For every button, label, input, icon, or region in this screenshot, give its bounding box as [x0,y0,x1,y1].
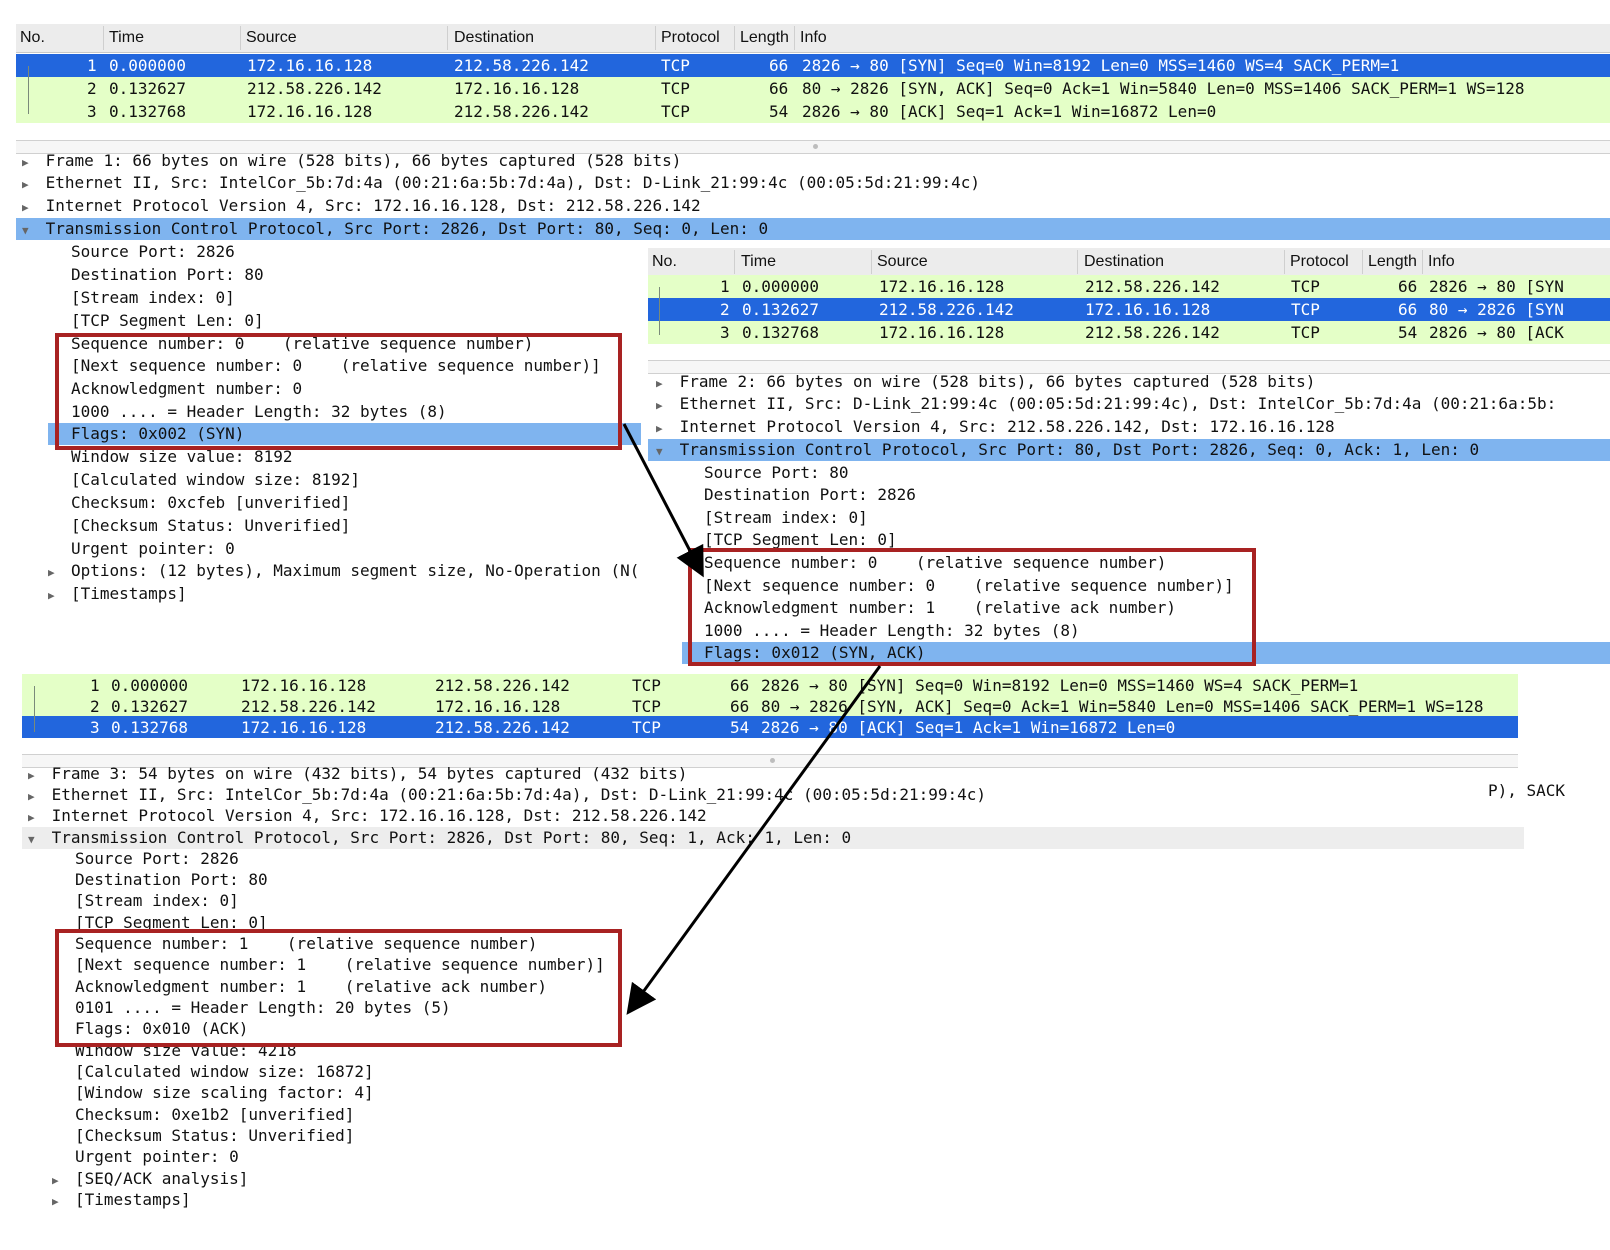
field-source-port[interactable]: Source Port: 2826 [71,241,235,263]
tree-frame[interactable]: ▶ Frame 1: 66 bytes on wire (528 bits), … [22,150,681,172]
conversation-bracket [34,686,35,732]
col-time[interactable]: Time [741,253,776,271]
col-length[interactable]: Length [740,29,792,47]
col-info[interactable]: Info [800,29,827,47]
table-row[interactable]: 1 0.000000 172.16.16.128 212.58.226.142 … [22,674,1518,695]
table-row[interactable]: 3 0.132768 172.16.16.128 212.58.226.142 … [16,100,1610,123]
field-seq-ack-analysis[interactable]: ▶ [SEQ/ACK analysis] [52,1168,248,1190]
field-checksum-status[interactable]: [Checksum Status: Unverified] [75,1125,354,1147]
col-source[interactable]: Source [246,29,297,47]
triangle-right-icon[interactable]: ▶ [656,418,670,440]
triangle-right-icon[interactable]: ▶ [48,585,62,607]
table-row[interactable]: 3 0.132768 172.16.16.128 212.58.226.142 … [22,716,1518,738]
tree-tcp[interactable]: ▼ Transmission Control Protocol, Src Por… [16,218,1610,240]
col-info[interactable]: Info [1428,253,1455,271]
triangle-down-icon[interactable]: ▼ [656,441,670,463]
packet-pane-2: No. Time Source Destination Protocol Len… [648,246,1610,670]
tree-tcp[interactable]: ▼ Transmission Control Protocol, Src Por… [648,439,1610,461]
tree-ethernet[interactable]: ▶ Ethernet II, Src: IntelCor_5b:7d:4a (0… [22,172,980,194]
triangle-right-icon[interactable]: ▶ [22,152,36,174]
field-source-port[interactable]: Source Port: 2826 [75,848,239,870]
field-checksum[interactable]: Checksum: 0xcfeb [unverified] [71,492,350,514]
annotation-box-frame2 [688,548,1256,666]
field-timestamps[interactable]: ▶ [Timestamps] [48,583,187,605]
col-protocol[interactable]: Protocol [1290,253,1349,271]
field-checksum-status[interactable]: [Checksum Status: Unverified] [71,515,350,537]
tree-ip[interactable]: ▶ Internet Protocol Version 4, Src: 172.… [28,805,707,827]
col-length[interactable]: Length [1368,253,1420,271]
triangle-right-icon[interactable]: ▶ [656,395,670,417]
field-stream-index[interactable]: [Stream index: 0] [704,507,868,529]
field-urgent[interactable]: Urgent pointer: 0 [75,1146,239,1168]
annotation-box-frame1 [55,333,622,450]
triangle-right-icon[interactable]: ▶ [48,562,62,582]
field-window-scaling[interactable]: [Window size scaling factor: 4] [75,1082,374,1104]
field-options[interactable]: ▶ Options: (12 bytes), Maximum segment si… [48,560,648,582]
table-row[interactable]: 2 0.132627 212.58.226.142 172.16.16.128 … [22,695,1518,716]
conversation-bracket [659,287,660,335]
packet-list-header: No. Time Source Destination Protocol Len… [648,248,1610,277]
tree-ip[interactable]: ▶ Internet Protocol Version 4, Src: 172.… [22,195,701,217]
col-destination[interactable]: Destination [454,29,534,47]
triangle-down-icon[interactable]: ▼ [22,220,36,242]
field-stream-index[interactable]: [Stream index: 0] [75,890,239,912]
tree-frame[interactable]: ▶ Frame 2: 66 bytes on wire (528 bits), … [656,371,1315,393]
col-protocol[interactable]: Protocol [661,29,720,47]
field-timestamps[interactable]: ▶ [Timestamps] [52,1189,191,1211]
table-row[interactable]: 1 0.000000 172.16.16.128 212.58.226.142 … [648,275,1610,298]
field-destination-port[interactable]: Destination Port: 80 [71,264,264,286]
table-row[interactable]: 2 0.132627 212.58.226.142 172.16.16.128 … [648,298,1610,321]
field-urgent[interactable]: Urgent pointer: 0 [71,538,235,560]
triangle-right-icon[interactable]: ▶ [22,174,36,196]
triangle-right-icon[interactable]: ▶ [52,1191,66,1213]
col-time[interactable]: Time [109,29,144,47]
field-destination-port[interactable]: Destination Port: 80 [75,869,268,891]
field-stream-index[interactable]: [Stream index: 0] [71,287,235,309]
tree-ethernet[interactable]: ▶ Ethernet II, Src: D-Link_21:99:4c (00:… [656,393,1556,415]
table-row[interactable]: 3 0.132768 172.16.16.128 212.58.226.142 … [648,321,1610,344]
col-destination[interactable]: Destination [1084,253,1164,271]
triangle-right-icon[interactable]: ▶ [656,373,670,395]
col-no[interactable]: No. [652,253,677,271]
triangle-right-icon[interactable]: ▶ [28,807,42,829]
triangle-down-icon[interactable]: ▼ [28,829,42,851]
tree-frame[interactable]: ▶ Frame 3: 54 bytes on wire (432 bits), … [28,763,687,785]
tree-tcp[interactable]: ▼ Transmission Control Protocol, Src Por… [22,827,1524,849]
packet-list-header: No. Time Source Destination Protocol Len… [16,24,1610,53]
tree-ip[interactable]: ▶ Internet Protocol Version 4, Src: 212.… [656,416,1335,438]
table-row[interactable]: 2 0.132627 212.58.226.142 172.16.16.128 … [16,77,1610,100]
conversation-bracket [28,66,29,114]
table-row[interactable]: 1 0.000000 172.16.16.128 212.58.226.142 … [16,54,1610,77]
packet-pane-3: 1 0.000000 172.16.16.128 212.58.226.142 … [0,672,1524,1250]
col-no[interactable]: No. [20,29,45,47]
field-source-port[interactable]: Source Port: 80 [704,462,849,484]
field-checksum[interactable]: Checksum: 0xe1b2 [unverified] [75,1104,354,1126]
annotation-box-frame3 [55,929,622,1047]
col-source[interactable]: Source [877,253,928,271]
tree-ethernet[interactable]: ▶ Ethernet II, Src: IntelCor_5b:7d:4a (0… [28,784,986,806]
field-calc-window[interactable]: [Calculated window size: 8192] [71,469,360,491]
field-destination-port[interactable]: Destination Port: 2826 [704,484,916,506]
triangle-right-icon[interactable]: ▶ [22,197,36,219]
field-calc-window[interactable]: [Calculated window size: 16872] [75,1061,374,1083]
field-segment-len[interactable]: [TCP Segment Len: 0] [71,310,264,332]
